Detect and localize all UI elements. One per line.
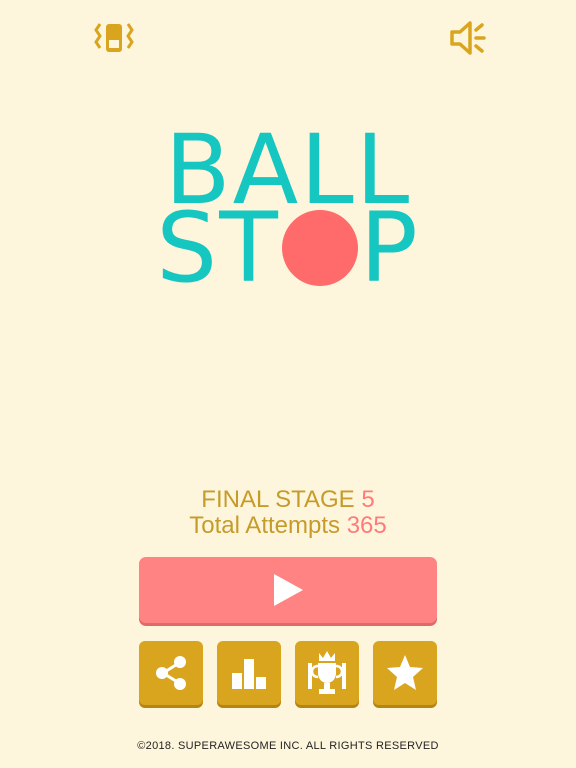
total-attempts-value: 365 — [346, 512, 387, 539]
final-stage-label: FINAL STAGE — [201, 486, 355, 513]
title-text-st: ST — [156, 192, 280, 304]
share-icon — [156, 656, 186, 690]
sound-toggle-button[interactable] — [446, 18, 490, 58]
game-title-line2: ST P — [0, 198, 576, 300]
star-icon — [387, 655, 423, 690]
leaderboard-icon — [232, 659, 266, 689]
share-button[interactable] — [139, 641, 203, 705]
copyright-text: ©2018. SUPERAWESOME INC. ALL RIGHTS RESE… — [137, 740, 439, 752]
vibration-icon — [94, 23, 134, 52]
achievements-button[interactable] — [295, 641, 359, 705]
total-attempts-text: Total Attempts 365 — [0, 512, 576, 540]
vibration-toggle-button[interactable] — [92, 18, 136, 58]
ball-logo-icon — [281, 209, 358, 286]
title-text-p: P — [359, 192, 420, 304]
rate-button[interactable] — [373, 641, 437, 705]
leaderboard-button[interactable] — [217, 641, 281, 705]
total-attempts-label: Total Attempts — [189, 512, 341, 539]
final-stage-value: 5 — [361, 486, 375, 513]
final-stage-text: FINAL STAGE 5 — [0, 486, 576, 514]
trophy-icon — [308, 651, 346, 694]
play-button[interactable] — [139, 557, 437, 623]
sound-on-icon — [450, 21, 486, 55]
play-icon — [274, 574, 303, 606]
